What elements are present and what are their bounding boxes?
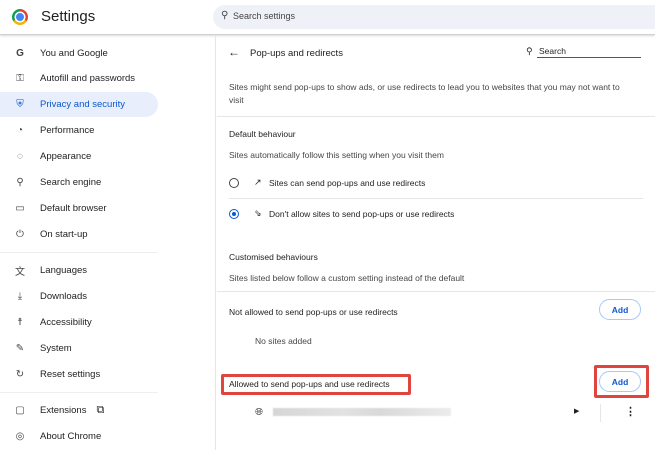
- sidebar-item-label: You and Google: [40, 48, 108, 59]
- globe-icon: 🌐︎: [255, 407, 263, 418]
- sidebar-item-performance[interactable]: ◔ Performance: [0, 118, 158, 143]
- sidebar-divider: [0, 392, 158, 393]
- divider: [229, 198, 643, 199]
- sidebar-item-label: System: [40, 343, 72, 354]
- sidebar-item-autofill-and-passwords[interactable]: ⚿ Autofill and passwords: [0, 66, 158, 91]
- sidebar-item-label: About Chrome: [40, 431, 102, 442]
- sidebar-item-extensions[interactable]: ▢ Extensions ⧉: [0, 398, 158, 423]
- header: Settings ⚲ Search settings: [0, 0, 655, 35]
- sidebar-item-label: Reset settings: [40, 369, 101, 380]
- sidebar-item-label: Privacy and security: [40, 99, 126, 110]
- radio-allow[interactable]: [229, 178, 239, 188]
- sidebar-item-you-and-google[interactable]: G You and Google: [0, 41, 158, 66]
- sidebar-item-downloads[interactable]: ⤓ Downloads: [0, 284, 158, 309]
- sidebar-item-reset-settings[interactable]: ↻ Reset settings: [0, 362, 158, 387]
- download-icon: ⤓: [17, 291, 23, 302]
- default-sub: Sites automatically follow this setting …: [229, 150, 444, 160]
- main-panel: ← Pop-ups and redirects ⚲ Search Sites m…: [217, 36, 655, 450]
- sidebar-item-languages[interactable]: 文 Languages: [0, 258, 158, 283]
- shield-icon: ⛨: [16, 99, 24, 110]
- power-icon: ⏻: [16, 229, 24, 240]
- no-sites-text: No sites added: [255, 336, 312, 346]
- page-title: Settings: [41, 8, 96, 25]
- puzzle-icon: ▢: [15, 405, 25, 416]
- sidebar-item-label: Appearance: [40, 151, 92, 162]
- sidebar-item-default-browser[interactable]: ▭ Default browser: [0, 196, 158, 221]
- google-icon: G: [16, 48, 24, 59]
- browser-icon: ▭: [15, 203, 25, 214]
- section-title: Pop-ups and redirects: [250, 48, 343, 59]
- expand-arrow-icon[interactable]: ▶: [574, 407, 579, 415]
- search-icon: ⚲: [16, 177, 24, 188]
- sidebar-item-appearance[interactable]: ◌ Appearance: [0, 144, 158, 169]
- palette-icon: ◌: [17, 151, 23, 162]
- option-block-label: Don't allow sites to send pop-ups or use…: [269, 209, 455, 219]
- sidebar-item-on-start-up[interactable]: ⏻ On start-up: [0, 222, 158, 247]
- blurred-site-url: [273, 408, 451, 416]
- site-row[interactable]: 🌐︎ ▶ ⋮: [217, 401, 655, 426]
- sidebar-item-system[interactable]: ✎ System: [0, 336, 158, 361]
- search-placeholder: Search: [539, 46, 566, 56]
- reset-icon: ↻: [15, 369, 25, 380]
- more-actions-icon[interactable]: ⋮: [625, 405, 636, 418]
- speedometer-icon: ◔: [16, 125, 24, 136]
- default-heading: Default behaviour: [229, 129, 296, 139]
- sidebar-item-label: Extensions: [40, 405, 87, 416]
- accessibility-icon: ☨: [17, 317, 23, 328]
- divider: [217, 291, 655, 292]
- sidebar-item-label: Search engine: [40, 177, 102, 188]
- allowed-label: Allowed to send pop-ups and use redirect…: [229, 379, 390, 389]
- sidebar-item-search-engine[interactable]: ⚲ Search engine: [0, 170, 158, 195]
- sidebar: G You and Google ⚿ Autofill and passwords ⛨ P…: [0, 36, 216, 450]
- sidebar-item-label: Accessibility: [40, 317, 92, 328]
- description-cont: visit: [229, 95, 244, 105]
- sidebar-item-label: Autofill and passwords: [40, 73, 136, 84]
- wrench-icon: ✎: [15, 343, 25, 354]
- sidebar-item-privacy-and-security[interactable]: ⛨ Privacy and security: [0, 92, 158, 117]
- add-blocked-site-button[interactable]: Add: [599, 299, 641, 320]
- popup-icon: ↗: [254, 177, 262, 187]
- description: Sites might send pop-ups to show ads, or…: [229, 82, 620, 92]
- sidebar-item-label: Languages: [40, 265, 88, 276]
- search-settings-input[interactable]: ⚲ Search settings: [213, 5, 655, 29]
- external-link-icon: ⧉: [96, 404, 105, 416]
- sidebar-item-accessibility[interactable]: ☨ Accessibility: [0, 310, 158, 335]
- translate-icon: 文: [15, 267, 25, 278]
- key-icon: ⚿: [16, 73, 24, 84]
- divider: [600, 404, 601, 422]
- custom-sub: Sites listed below follow a custom setti…: [229, 273, 465, 283]
- back-arrow-icon[interactable]: ←: [228, 45, 240, 59]
- search-placeholder: Search settings: [233, 11, 296, 21]
- search-icon: ⚲: [526, 46, 533, 56]
- custom-heading: Customised behaviours: [229, 252, 318, 262]
- popup-blocked-icon: ⇘: [254, 208, 262, 218]
- search-icon: ⚲: [221, 10, 229, 21]
- not-allowed-label: Not allowed to send pop-ups or use redir…: [229, 307, 398, 317]
- sidebar-item-label: Downloads: [40, 291, 87, 302]
- option-allow-label: Sites can send pop-ups and use redirects: [269, 178, 426, 188]
- sidebar-item-label: On start-up: [40, 229, 88, 240]
- radio-block[interactable]: [229, 209, 239, 219]
- sidebar-item-label: Default browser: [40, 203, 107, 214]
- chrome-icon: ◎: [15, 431, 25, 442]
- sidebar-item-label: Performance: [40, 125, 95, 136]
- section-search-input[interactable]: Search: [537, 45, 641, 58]
- sidebar-item-about-chrome[interactable]: ◎ About Chrome: [0, 424, 158, 449]
- add-allowed-site-button[interactable]: Add: [599, 371, 641, 392]
- chrome-logo-icon: [12, 9, 28, 25]
- divider: [217, 116, 655, 117]
- sidebar-divider: [0, 252, 158, 253]
